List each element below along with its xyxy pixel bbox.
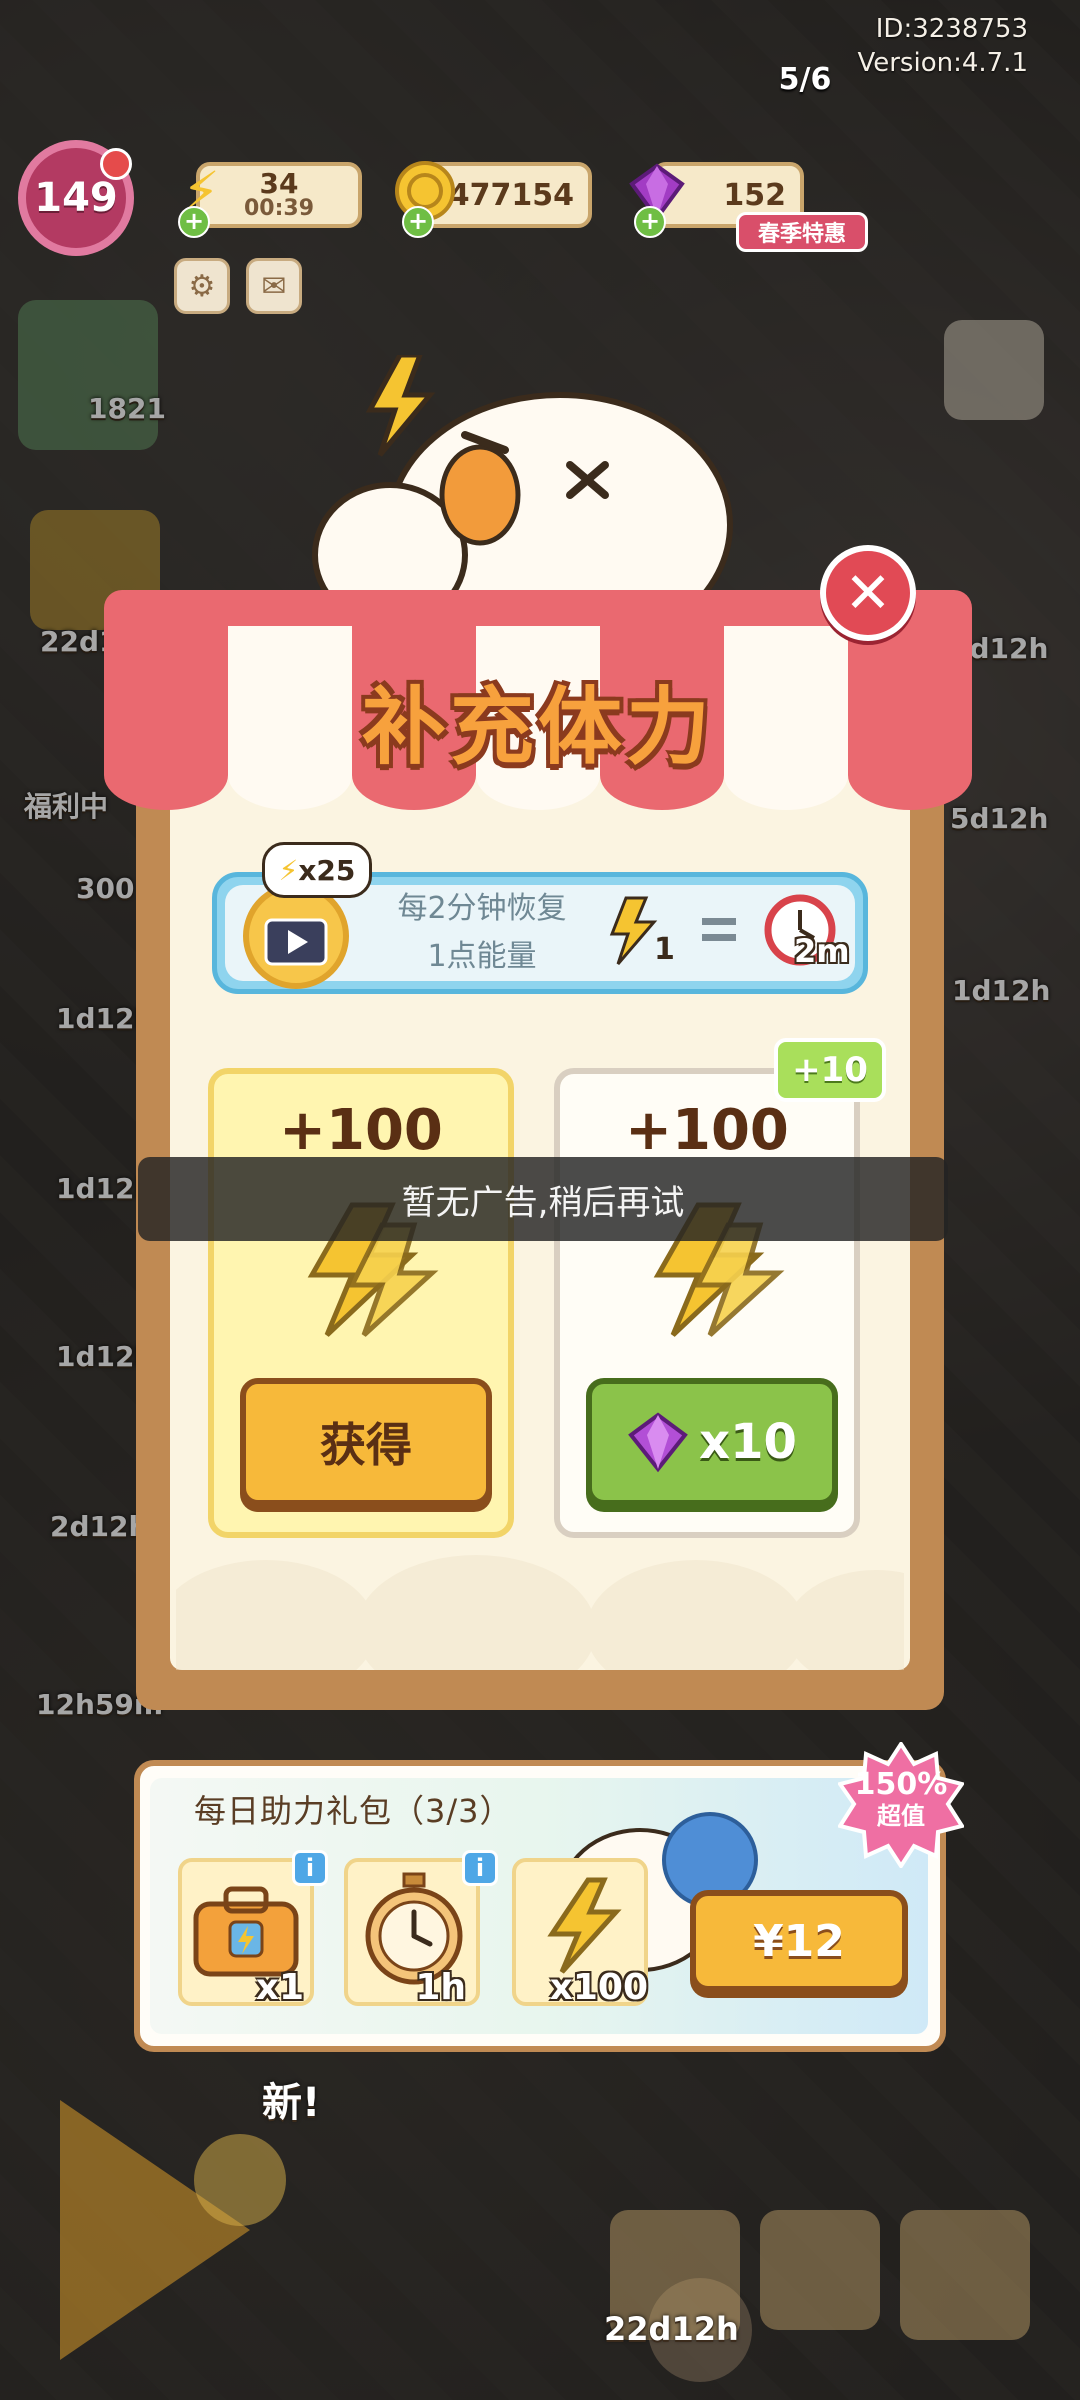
energy-timer: 00:39 xyxy=(243,196,315,221)
energy-counter[interactable]: ⚡ + 34 00:39 xyxy=(178,160,362,238)
regen-equation: 1 2m xyxy=(606,890,856,970)
gem-energy-amount: +100 xyxy=(625,1098,789,1163)
regen-line-2: 1点能量 xyxy=(427,939,537,974)
close-icon: ✕ xyxy=(844,560,892,626)
ad-energy-badge: ⚡ x25 xyxy=(262,842,372,898)
info-icon[interactable]: i xyxy=(462,1850,498,1886)
player-level: 149 xyxy=(34,175,118,221)
mail-button[interactable]: ✉ xyxy=(246,258,302,314)
dialog-title: 补充体力 xyxy=(361,678,714,776)
toast-message: 暂无广告,稍后再试 xyxy=(138,1157,948,1241)
coin-value: 477154 xyxy=(448,177,574,213)
value-label: 超值 xyxy=(877,1802,925,1830)
new-label: 新! xyxy=(262,2080,321,2126)
bonus-tag: +10 xyxy=(774,1038,886,1102)
value-badge-text: 150% 超值 xyxy=(838,1767,964,1831)
regen-line-1: 每2分钟恢复 xyxy=(397,891,567,926)
chest-qty: x1 xyxy=(255,1967,304,2008)
get-free-energy-button[interactable]: 获得 xyxy=(240,1378,492,1506)
gear-icon: ⚙ xyxy=(188,268,216,304)
coin-counter[interactable]: + 477154 xyxy=(395,161,592,238)
notification-dot xyxy=(100,148,132,180)
energy-value: 34 xyxy=(259,167,299,200)
add-coin-button[interactable]: + xyxy=(402,206,434,238)
pack-item-energy[interactable]: x100 xyxy=(512,1858,648,2008)
value-percent: 150% xyxy=(854,1767,948,1802)
mail-icon: ✉ xyxy=(261,268,287,304)
add-energy-button[interactable]: + xyxy=(178,206,210,238)
stopwatch-duration: 1h xyxy=(415,1967,466,2008)
settings-button[interactable]: ⚙ xyxy=(174,258,230,314)
buy-pack-button[interactable]: ¥12 xyxy=(690,1890,908,1992)
gem-icon xyxy=(628,1412,688,1473)
buy-energy-with-gems-button[interactable]: x10 xyxy=(586,1378,838,1506)
small-bolt-icon: ⚡ xyxy=(278,853,299,887)
bottom-timer: 22d12h xyxy=(604,2310,739,2348)
play-energy-button[interactable] xyxy=(40,2070,260,2320)
regen-description: 每2分钟恢复 1点能量 xyxy=(372,885,592,981)
quest-progress[interactable]: 5/6 xyxy=(760,40,850,120)
build-info: ID:3238753 Version:4.7.1 xyxy=(857,12,1028,80)
gem-value: 152 xyxy=(723,177,786,213)
player-level-badge[interactable]: 149 xyxy=(18,140,134,256)
energy-bolt-icon xyxy=(547,1877,622,1974)
close-button[interactable]: ✕ xyxy=(820,545,916,641)
ad-count: x25 xyxy=(298,853,356,887)
add-gem-button[interactable]: + xyxy=(634,206,666,238)
season-sale-tag[interactable]: 春季特惠 xyxy=(736,212,868,252)
cloud-pattern-decoration xyxy=(176,1555,904,1670)
equation-time-value: 2m xyxy=(794,932,850,970)
version-label: Version:4.7.1 xyxy=(857,48,1028,78)
energy-qty: x100 xyxy=(549,1967,648,2008)
free-energy-amount: +100 xyxy=(279,1098,443,1163)
pack-item-stopwatch[interactable]: 1h xyxy=(344,1858,480,2008)
info-icon[interactable]: i xyxy=(292,1850,328,1886)
gem-cost: x10 xyxy=(699,1414,797,1470)
player-id: ID:3238753 xyxy=(875,14,1028,44)
daily-pack-title: 每日助力礼包（3/3） xyxy=(194,1792,513,1830)
equation-energy-value: 1 xyxy=(654,932,675,967)
